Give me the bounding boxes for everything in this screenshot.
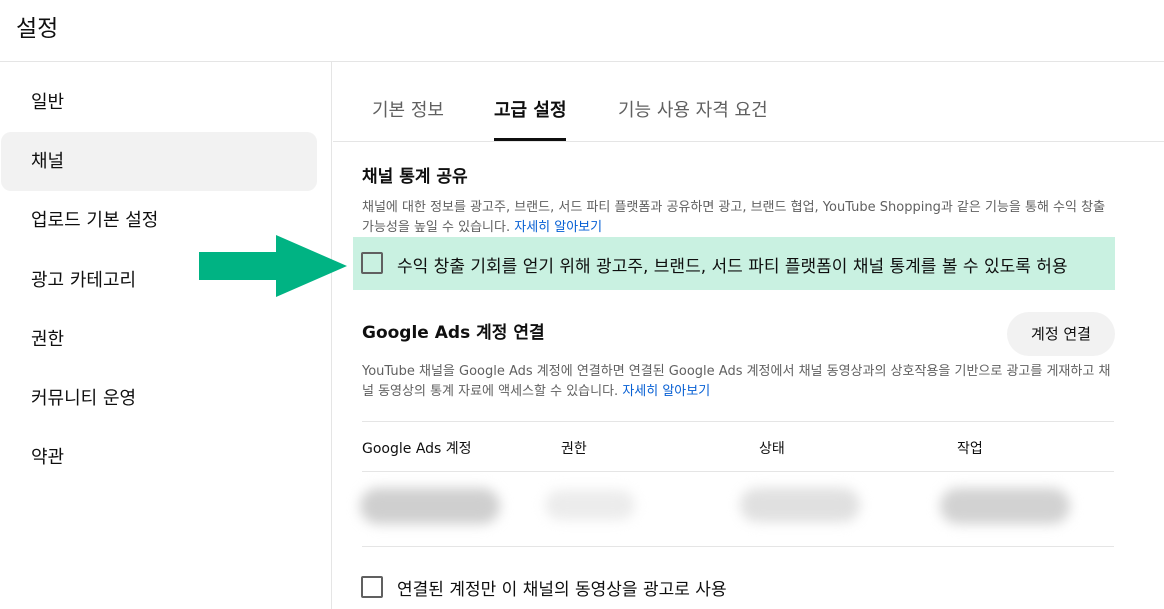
table-header-divider	[362, 471, 1114, 472]
column-header-ads-account: Google Ads 계정	[362, 441, 472, 457]
sidebar-item-channel[interactable]: 채널	[1, 132, 317, 191]
column-header-status: 상태	[759, 441, 785, 457]
sidebar-item-community-moderation[interactable]: 커뮤니티 운영	[1, 369, 317, 428]
tab-basic-info[interactable]: 기본 정보	[372, 96, 444, 122]
google-ads-title: Google Ads 계정 연결	[362, 323, 545, 343]
settings-sidebar: 일반 채널 업로드 기본 설정 광고 카테고리 권한 커뮤니티 운영 약관	[0, 62, 332, 609]
stats-sharing-title: 채널 통계 공유	[362, 167, 468, 187]
stats-sharing-description: 채널에 대한 정보를 광고주, 브랜드, 서드 파티 플랫폼과 공유하면 광고,…	[362, 198, 1114, 238]
tab-bar: 기본 정보 고급 설정 기능 사용 자격 요건	[333, 62, 1164, 142]
sidebar-item-permissions[interactable]: 권한	[1, 310, 317, 369]
blurred-status-cell	[740, 488, 860, 522]
page-title: 설정	[16, 16, 59, 42]
stats-sharing-checkbox-label[interactable]: 수익 창출 기회를 얻기 위해 광고주, 브랜드, 서드 파티 플랫폼이 채널 …	[397, 252, 1068, 277]
active-tab-indicator	[494, 138, 566, 141]
stats-sharing-description-text: 채널에 대한 정보를 광고주, 브랜드, 서드 파티 플랫폼과 공유하면 광고,…	[362, 200, 1106, 235]
connect-account-button[interactable]: 계정 연결	[1007, 312, 1115, 356]
column-header-permission: 권한	[561, 441, 587, 457]
blurred-account-cell	[360, 488, 500, 524]
tab-advanced-settings[interactable]: 고급 설정	[494, 96, 567, 122]
stats-sharing-checkbox[interactable]	[361, 252, 383, 274]
table-top-divider	[362, 421, 1114, 422]
column-header-action: 작업	[957, 441, 983, 457]
sidebar-item-terms[interactable]: 약관	[1, 428, 317, 487]
table-bottom-divider	[362, 546, 1114, 547]
google-ads-description-text: YouTube 채널을 Google Ads 계정에 연결하면 연결된 Goog…	[362, 364, 1111, 399]
sidebar-item-general[interactable]: 일반	[1, 73, 317, 132]
blurred-action-cell	[940, 488, 1070, 524]
blurred-permission-cell	[545, 490, 635, 520]
stats-sharing-learn-more-link[interactable]: 자세히 알아보기	[514, 220, 602, 235]
green-arrow-icon	[199, 235, 347, 297]
google-ads-learn-more-link[interactable]: 자세히 알아보기	[622, 384, 710, 399]
tab-feature-eligibility[interactable]: 기능 사용 자격 요건	[618, 96, 768, 122]
linked-accounts-only-checkbox[interactable]	[361, 576, 383, 598]
google-ads-description: YouTube 채널을 Google Ads 계정에 연결하면 연결된 Goog…	[362, 362, 1114, 402]
linked-accounts-only-label[interactable]: 연결된 계정만 이 채널의 동영상을 광고로 사용	[397, 575, 727, 600]
title-bar: 설정	[0, 0, 1164, 62]
